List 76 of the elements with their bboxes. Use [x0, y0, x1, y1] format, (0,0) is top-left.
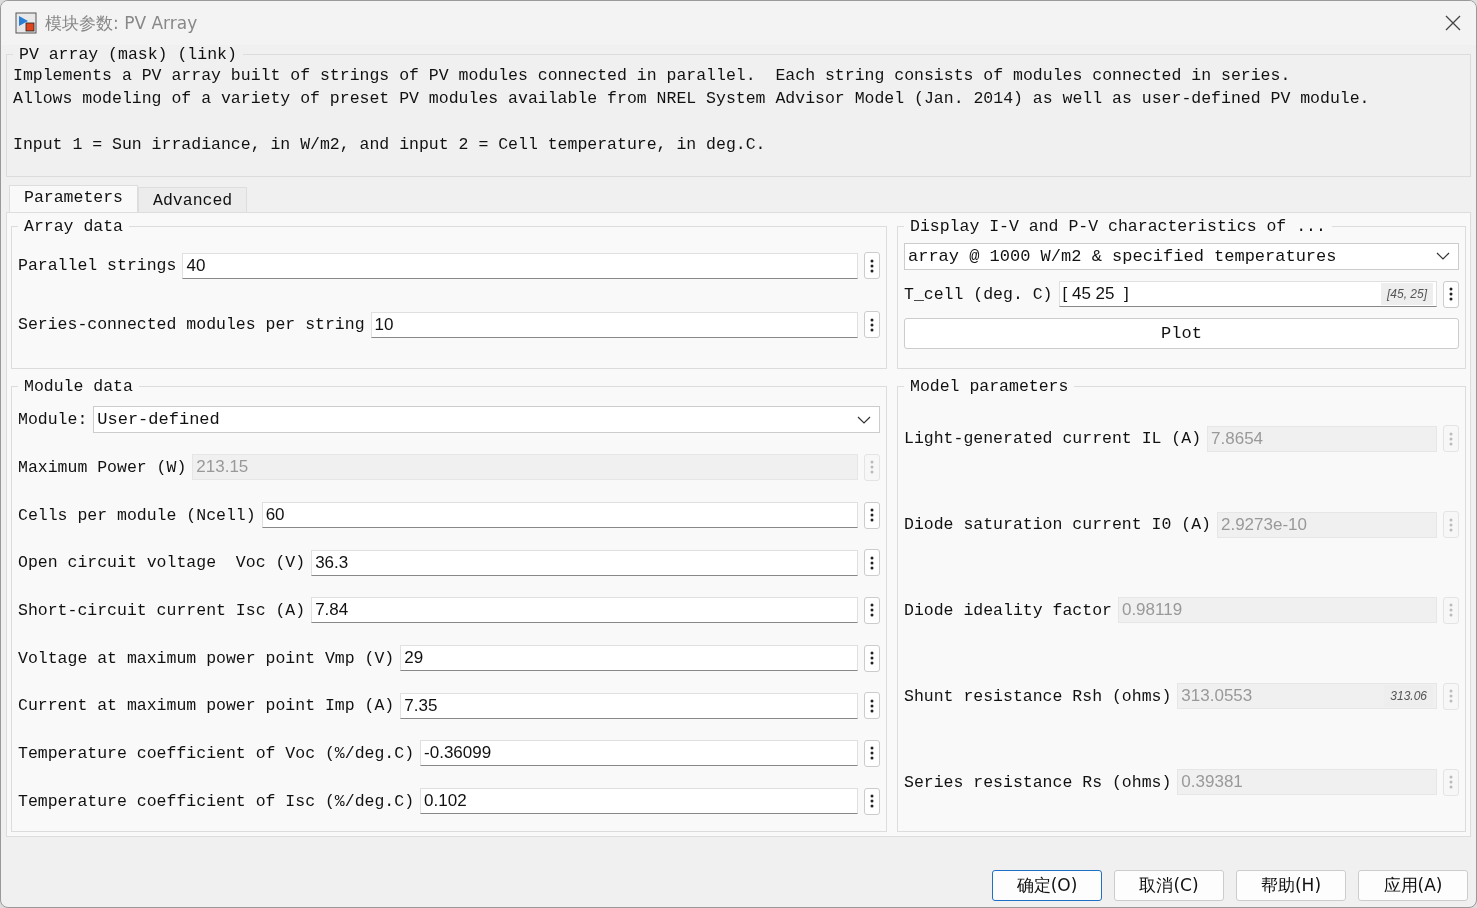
field-label: Open circuit voltage Voc (V): [18, 553, 306, 573]
value-hint: [45, 25]: [1380, 283, 1433, 305]
vertical-dots-icon: [1449, 602, 1453, 619]
field-label: Shunt resistance Rsh (ohms): [904, 686, 1172, 706]
vertical-dots-icon: [1449, 688, 1453, 705]
window-title: 模块参数: PV Array: [45, 11, 199, 35]
field-label: Series resistance Rs (ohms): [904, 772, 1172, 792]
group-title: PV array (mask) (link): [18, 45, 238, 64]
plot-button[interactable]: Plot: [904, 318, 1459, 349]
close-icon[interactable]: [1444, 14, 1462, 32]
field-label: T_cell (deg. C): [904, 284, 1053, 304]
input-field[interactable]: 40: [182, 252, 858, 279]
more-options-button[interactable]: [864, 501, 880, 529]
field-label: Short-circuit current Isc (A): [18, 600, 306, 620]
dialog-button[interactable]: 帮助(H): [1236, 870, 1346, 901]
field-label: Cells per module (Ncell): [18, 505, 256, 525]
vertical-dots-icon: [870, 459, 874, 476]
field-label: Voltage at maximum power point Vmp (V): [18, 648, 395, 668]
vertical-dots-icon: [1449, 774, 1453, 791]
more-options-button[interactable]: [864, 787, 880, 815]
field-label: Maximum Power (W): [18, 458, 187, 477]
field-label: Module:: [18, 410, 88, 430]
vertical-dots-icon: [1449, 286, 1453, 302]
tab[interactable]: Parameters: [9, 185, 139, 212]
more-options-button[interactable]: [864, 596, 880, 624]
vertical-dots-icon: [870, 602, 874, 619]
input-field[interactable]: [ 45 25 ] [45, 25]: [1058, 281, 1437, 307]
more-options-button[interactable]: [864, 311, 880, 338]
vertical-dots-icon: [870, 745, 874, 762]
field-label: Parallel strings: [18, 256, 177, 275]
input-field[interactable]: 0.102: [420, 788, 858, 815]
field-label: Temperature coefficient of Voc (%/deg.C): [18, 743, 415, 763]
more-options-button[interactable]: [864, 549, 880, 577]
input-field[interactable]: 29: [400, 645, 858, 672]
dialog-button[interactable]: 取消(C): [1114, 870, 1224, 901]
field-label: Diode ideality factor: [904, 601, 1112, 620]
group-title: Model parameters: [909, 377, 1070, 396]
description-text: Allows modeling of a variety of preset PV modules available from NREL System Advisor Model (Jan. 2014) as well as user-defined PV module.: [13, 88, 1371, 110]
dropdown[interactable]: User-defined: [93, 406, 880, 434]
more-options-button[interactable]: [864, 692, 880, 720]
dialog-button[interactable]: 应用(A): [1358, 870, 1468, 901]
vertical-dots-icon: [870, 554, 874, 571]
description-text: Implements a PV array built of strings of PV modules connected in parallel. Each string consists of modules connected in series.: [13, 65, 1292, 87]
vertical-dots-icon: [870, 697, 874, 714]
input-field[interactable]: 60: [261, 502, 858, 529]
vertical-dots-icon: [1449, 516, 1453, 533]
group-title: Array data: [23, 217, 125, 236]
input-field[interactable]: -0.36099: [420, 740, 858, 767]
vertical-dots-icon: [1449, 430, 1453, 447]
field-label: Current at maximum power point Imp (A): [18, 696, 395, 716]
vertical-dots-icon: [870, 793, 874, 810]
vertical-dots-icon: [870, 316, 874, 333]
description-text: Input 1 = Sun irradiance, in W/m2, and input 2 = Cell temperature, in deg.C.: [13, 134, 767, 156]
input-field[interactable]: 7.84: [311, 597, 858, 624]
app-icon: [15, 12, 37, 34]
dropdown[interactable]: array @ 1000 W/m2 & specified temperatures: [904, 242, 1459, 270]
dialog-button[interactable]: 确定(O): [992, 870, 1102, 901]
field-label: Light-generated current IL (A): [904, 429, 1202, 449]
more-options-button[interactable]: [864, 739, 880, 767]
more-options-button[interactable]: [1443, 280, 1459, 308]
chevron-down-icon: [857, 415, 871, 424]
tab[interactable]: Advanced: [138, 187, 248, 212]
more-options-button[interactable]: [864, 252, 880, 279]
field-label: Temperature coefficient of Isc (%/deg.C): [18, 791, 415, 811]
field-label: Series-connected modules per string: [18, 315, 365, 334]
input-field[interactable]: 7.35: [400, 692, 858, 719]
vertical-dots-icon: [870, 507, 874, 524]
chevron-down-icon: [1436, 252, 1450, 260]
more-options-button[interactable]: [864, 644, 880, 672]
group-title: Module data: [23, 377, 134, 396]
group-title: Display I-V and P-V characteristics of ...: [909, 217, 1327, 236]
input-field[interactable]: 10: [370, 311, 858, 338]
vertical-dots-icon: [870, 650, 874, 667]
field-label: Diode saturation current I0 (A): [904, 515, 1211, 535]
vertical-dots-icon: [870, 257, 874, 274]
input-field[interactable]: 36.3: [311, 549, 858, 576]
